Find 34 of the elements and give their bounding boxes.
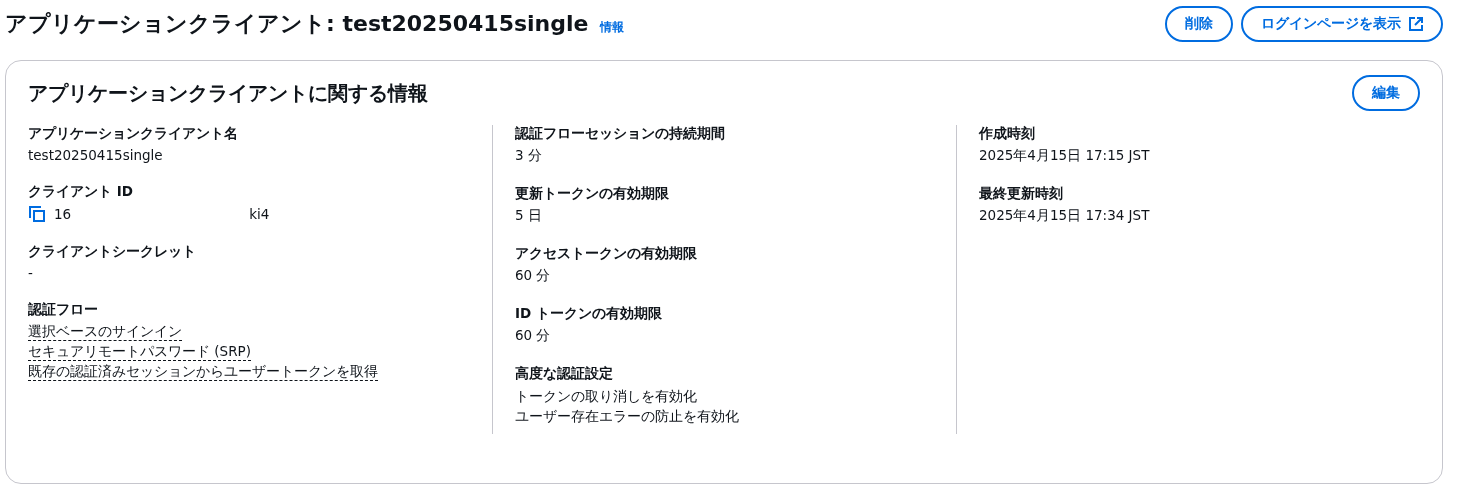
- login-page-button[interactable]: ログインページを表示: [1241, 6, 1443, 42]
- field-value: 60 分: [515, 267, 552, 285]
- external-link-icon: [1409, 17, 1423, 31]
- field-label: クライアントシークレット: [28, 243, 197, 261]
- field-label: 認証フロー: [28, 301, 99, 319]
- field-value: -: [28, 265, 34, 281]
- field-value: トークンの取り消しを有効化: [515, 387, 698, 406]
- page-title: アプリケーションクライアント: test20250415single: [5, 10, 589, 38]
- card-title: アプリケーションクライアントに関する情報: [28, 79, 428, 107]
- field-label: 高度な認証設定: [515, 365, 614, 383]
- field-label: 更新トークンの有効期限: [515, 185, 670, 203]
- edit-button[interactable]: 編集: [1352, 75, 1420, 111]
- field-value: 3 分: [515, 147, 543, 165]
- field-label: アクセストークンの有効期限: [515, 245, 698, 263]
- field-value: ki4: [249, 206, 270, 222]
- field-label: クライアント ID: [28, 183, 134, 201]
- flow-link[interactable]: セキュアリモートパスワード (SRP): [28, 342, 251, 361]
- copy-icon[interactable]: [28, 205, 46, 223]
- field-value: 2025年4月15日 17:15 JST: [979, 147, 1151, 165]
- field-value: ユーザー存在エラーの防止を有効化: [515, 406, 740, 426]
- info-link[interactable]: 情報: [600, 18, 625, 36]
- field-value: 60 分: [515, 327, 552, 345]
- field-label: 作成時刻: [979, 125, 1036, 143]
- flow-link[interactable]: 既存の認証済みセッションからユーザートークンを取得: [28, 362, 378, 381]
- delete-button[interactable]: 削除: [1165, 6, 1233, 42]
- field-label: アプリケーションクライアント名: [28, 125, 239, 143]
- field-label: ID トークンの有効期限: [515, 305, 663, 323]
- field-value: test20250415single: [28, 147, 164, 163]
- field-label: 認証フローセッションの持続期間: [515, 125, 726, 143]
- flow-link[interactable]: 選択ベースのサインイン: [28, 323, 182, 341]
- field-label: 最終更新時刻: [979, 185, 1064, 203]
- field-value: 5 日: [515, 207, 543, 225]
- field-value: 16: [54, 206, 72, 222]
- field-value: 2025年4月15日 17:34 JST: [979, 207, 1151, 225]
